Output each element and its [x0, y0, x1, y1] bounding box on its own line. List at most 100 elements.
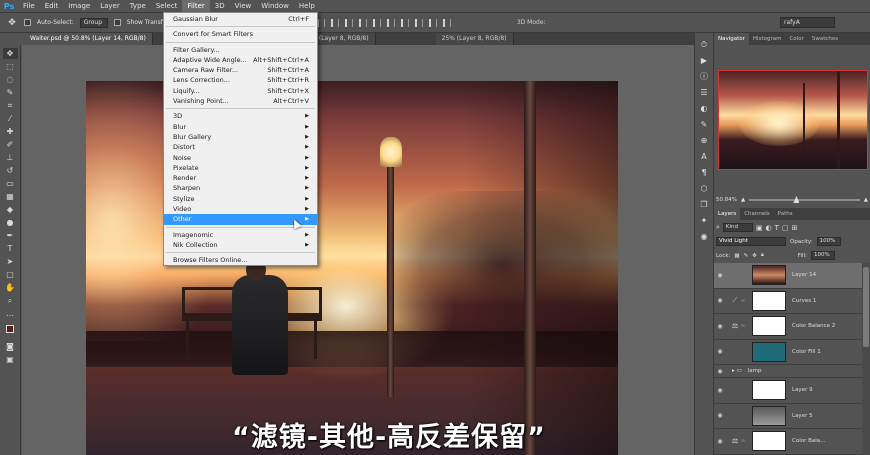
character-panel-icon[interactable]: A — [699, 151, 710, 162]
layer-name[interactable]: Color Fill 1 — [792, 349, 821, 355]
filter-menu-item-render[interactable]: Render ▶ — [164, 173, 317, 183]
layers-scrollbar[interactable] — [862, 263, 870, 455]
align-icon[interactable] — [344, 18, 353, 27]
menu-file[interactable]: File — [18, 0, 40, 13]
glyphs-panel-icon[interactable]: ✦ — [699, 215, 710, 226]
quick-mask-icon[interactable]: ◙ — [3, 341, 18, 352]
opacity-input[interactable]: 100% — [816, 237, 841, 246]
layer-name[interactable]: Layer 5 — [792, 413, 813, 419]
tab-swatches[interactable]: Swatches — [808, 33, 842, 45]
history-brush-tool-icon[interactable]: ↺ — [3, 165, 18, 176]
type-filter-icon[interactable]: T — [775, 224, 779, 232]
menu-edit[interactable]: Edit — [40, 0, 64, 13]
zoom-in-icon[interactable]: ▲ — [864, 197, 868, 203]
menu-layer[interactable]: Layer — [95, 0, 125, 13]
layer-row[interactable]: ◉ ⚖ ∞ Color Bala... — [714, 429, 862, 455]
filter-menu-item-nik-collection[interactable]: Nik Collection ▶ — [164, 240, 317, 250]
align-icon[interactable] — [400, 18, 409, 27]
layer-group-row[interactable]: ◉ ▸ ▭ lamp — [714, 365, 862, 378]
layer-row[interactable]: ◉ Color Fill 1 — [714, 340, 862, 365]
zoom-slider-knob[interactable] — [793, 196, 800, 203]
menu-window[interactable]: Window — [256, 0, 294, 13]
workspace-dropdown[interactable]: rafyA — [780, 17, 835, 28]
history-panel-icon[interactable]: ⏱ — [699, 39, 710, 50]
layer-thumbnail[interactable] — [752, 431, 786, 452]
layer-row[interactable]: ◉ ⟋ ∞ Curves 1 — [714, 289, 862, 314]
zoom-slider[interactable] — [749, 196, 860, 203]
3d-panel-icon[interactable]: ⬡ — [699, 183, 710, 194]
layer-name[interactable]: Layer 14 — [792, 272, 816, 278]
menu-filter[interactable]: Filter — [182, 0, 210, 13]
layer-name[interactable]: Color Bala... — [792, 438, 825, 444]
visibility-eye-icon[interactable]: ◉ — [714, 368, 726, 375]
info-panel-icon[interactable]: ⓘ — [699, 71, 710, 82]
tab-channels[interactable]: Channels — [740, 208, 773, 220]
filter-menu-item-imagenomic[interactable]: Imagenomic ▶ — [164, 230, 317, 240]
filter-menu-item-gaussian-blur[interactable]: Gaussian Blur Ctrl+F — [164, 14, 317, 24]
clone-source-icon[interactable]: ⊕ — [699, 135, 710, 146]
doc-tab-active[interactable]: Waiter.psd @ 50.8% (Layer 14, RGB/8) — [24, 33, 153, 45]
stamp-tool-icon[interactable]: ⊥ — [3, 152, 18, 163]
shape-filter-icon[interactable]: ▢ — [782, 224, 789, 232]
layer-name[interactable]: Curves 1 — [792, 298, 816, 304]
visibility-eye-icon[interactable]: ◉ — [714, 438, 726, 445]
menu-view[interactable]: View — [230, 0, 257, 13]
filter-menu-item-stylize[interactable]: Stylize ▶ — [164, 194, 317, 204]
zoom-out-icon[interactable]: ▲ — [741, 197, 745, 203]
filter-menu-item-3d[interactable]: 3D ▶ — [164, 111, 317, 121]
quick-select-tool-icon[interactable]: ✎ — [3, 87, 18, 98]
dodge-tool-icon[interactable]: ● — [3, 217, 18, 228]
visibility-eye-icon[interactable]: ◉ — [714, 297, 726, 304]
brush-panel-icon[interactable]: ✎ — [699, 119, 710, 130]
path-select-tool-icon[interactable]: ➤ — [3, 256, 18, 267]
fill-input[interactable]: 100% — [810, 251, 835, 260]
lock-move-icon[interactable]: ✥ — [752, 253, 757, 259]
filter-menu-item-camera-raw-filter[interactable]: Camera Raw Filter... Shift+Ctrl+A — [164, 65, 317, 75]
doc-tab[interactable]: (Layer 8, RGB/8) — [312, 33, 376, 45]
layer-thumbnail[interactable] — [752, 290, 786, 311]
filter-menu-item-distort[interactable]: Distort ▶ — [164, 142, 317, 152]
show-transform-checkbox[interactable] — [113, 19, 121, 26]
paragraph-panel-icon[interactable]: ¶ — [699, 167, 710, 178]
layer-thumbnail[interactable] — [752, 341, 786, 362]
foreground-color-swatch[interactable] — [6, 325, 14, 333]
layer-thumbnail[interactable] — [752, 380, 786, 401]
move-tool-icon[interactable]: ✥ — [2, 48, 18, 59]
tab-paths[interactable]: Paths — [774, 208, 797, 220]
filter-menu-item-noise[interactable]: Noise ▶ — [164, 153, 317, 163]
filter-menu-item-convert-for-smart-filters[interactable]: Convert for Smart Filters — [164, 29, 317, 39]
filter-menu-item-blur-gallery[interactable]: Blur Gallery ▶ — [164, 132, 317, 142]
visibility-eye-icon[interactable]: ◉ — [714, 387, 726, 394]
pen-tool-icon[interactable]: ✒ — [3, 230, 18, 241]
layer-name[interactable]: Layer 9 — [792, 387, 813, 393]
align-icon[interactable] — [442, 18, 451, 27]
layer-row[interactable]: ◉ ⚖ ∞ Color Balance 2 — [714, 314, 862, 340]
filter-menu-item-video[interactable]: Video ▶ — [164, 204, 317, 214]
auto-select-checkbox[interactable] — [24, 19, 31, 26]
lasso-tool-icon[interactable]: ◌ — [3, 74, 18, 85]
layer-thumbnail[interactable] — [752, 405, 786, 426]
smart-filter-icon[interactable]: ⊞ — [792, 224, 798, 232]
eraser-tool-icon[interactable]: ▭ — [3, 178, 18, 189]
zoom-value[interactable]: 50.84% — [716, 197, 737, 203]
filter-menu-item-filter-gallery[interactable]: Filter Gallery... — [164, 45, 317, 55]
align-icon[interactable] — [414, 18, 423, 27]
visibility-eye-icon[interactable]: ◉ — [714, 323, 726, 330]
align-icon[interactable] — [372, 18, 381, 27]
filter-menu-item-pixelate[interactable]: Pixelate ▶ — [164, 163, 317, 173]
menu-type[interactable]: Type — [125, 0, 151, 13]
menu-image[interactable]: Image — [63, 0, 95, 13]
auto-select-dropdown[interactable]: Group — [79, 17, 108, 28]
layer-row[interactable]: ◉ Layer 14 — [714, 263, 862, 289]
shape-tool-icon[interactable]: ▢ — [3, 269, 18, 280]
lock-paint-icon[interactable]: ✎ — [744, 253, 749, 259]
align-icon[interactable] — [386, 18, 395, 27]
align-icon[interactable] — [358, 18, 367, 27]
eyedropper-tool-icon[interactable]: ⁄ — [3, 113, 18, 124]
align-icon[interactable] — [316, 18, 325, 27]
folder-icon[interactable]: ▸ ▭ — [732, 368, 742, 374]
blend-mode-select[interactable]: Vivid Light — [716, 237, 786, 246]
layers-scrollbar-thumb[interactable] — [863, 267, 869, 347]
visibility-eye-icon[interactable]: ◉ — [714, 412, 726, 419]
timeline-icon[interactable]: ◉ — [699, 231, 710, 242]
